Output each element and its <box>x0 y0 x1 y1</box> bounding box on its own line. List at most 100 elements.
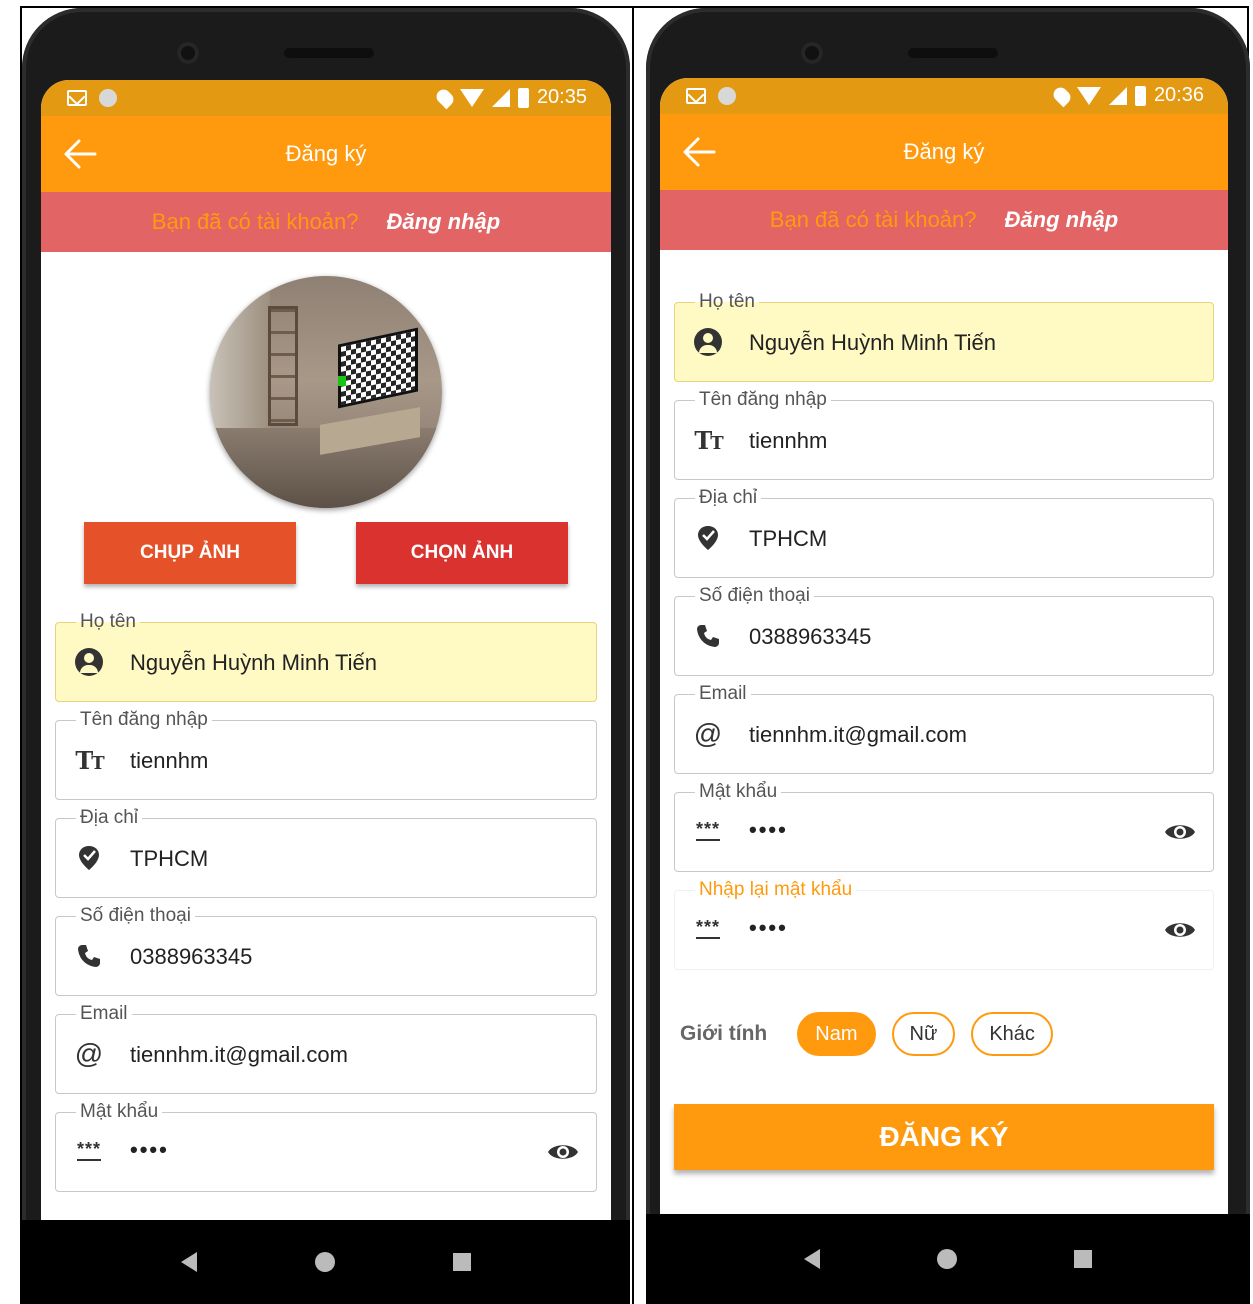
password-field[interactable]: Mật khẩu *** •••• <box>55 1101 597 1192</box>
gender-selector: Giới tính Nam Nữ Khác <box>680 1012 1228 1056</box>
speaker-grille <box>284 48 374 58</box>
email-label: Email <box>76 1003 132 1025</box>
email-value: tiennhm.it@gmail.com <box>749 722 967 747</box>
phone-field[interactable]: Số điện thoại 0388963345 <box>55 905 597 996</box>
confirm-password-field[interactable]: Nhập lại mật khẩu *** •••• <box>674 879 1214 970</box>
status-time: 20:36 <box>1153 84 1204 106</box>
account-circle-icon <box>74 647 104 677</box>
password-value: •••• <box>749 817 788 842</box>
at-sign-icon: @ <box>693 718 723 749</box>
location-icon <box>433 86 457 109</box>
screen-2: 20:36 Đăng ký Bạn đã có tài khoản? Đăng … <box>660 78 1228 1214</box>
email-field[interactable]: Email @ tiennhm.it@gmail.com <box>55 1003 597 1094</box>
photo-buttons: CHỤP ẢNH CHỌN ẢNH <box>41 522 611 584</box>
gender-chip-male[interactable]: Nam <box>797 1012 876 1056</box>
password-icon: *** <box>76 1139 101 1161</box>
password-icon: *** <box>695 917 720 939</box>
eye-icon[interactable] <box>1163 819 1197 845</box>
login-prompt-bar: Bạn đã có tài khoản? Đăng nhập <box>660 190 1228 250</box>
page-title: Đăng ký <box>903 139 985 164</box>
map-marker-icon <box>74 843 104 873</box>
app-bar: Đăng ký <box>660 114 1228 190</box>
username-field[interactable]: Tên đăng nhập TT tiennhm <box>55 709 597 800</box>
camera-icon <box>177 42 199 64</box>
address-field[interactable]: Địa chỉ TPHCM <box>674 487 1214 578</box>
camera-icon <box>801 42 823 64</box>
username-field[interactable]: Tên đăng nhập TT tiennhm <box>674 389 1214 480</box>
signal-icon <box>491 88 510 107</box>
mail-icon <box>67 90 87 106</box>
address-label: Địa chỉ <box>695 487 762 509</box>
nav-recents-icon[interactable] <box>453 1253 471 1271</box>
system-nav-bar <box>22 1220 630 1304</box>
back-arrow-icon[interactable] <box>63 138 97 170</box>
login-question: Bạn đã có tài khoản? <box>769 207 977 232</box>
wifi-icon <box>459 88 484 107</box>
text-format-icon: TT <box>694 425 723 455</box>
fullname-field[interactable]: Họ tên Nguyễn Huỳnh Minh Tiến <box>674 291 1214 382</box>
login-link[interactable]: Đăng nhập <box>1005 207 1119 233</box>
gender-chip-other[interactable]: Khác <box>971 1012 1053 1056</box>
screen-1: 20:35 Đăng ký Bạn đã có tài khoản? Đăng … <box>41 80 611 1220</box>
eye-icon[interactable] <box>1163 917 1197 943</box>
nav-recents-icon[interactable] <box>1073 1250 1092 1268</box>
phone-label: Số điện thoại <box>695 585 814 607</box>
phone-value: 0388963345 <box>749 624 872 649</box>
address-label: Địa chỉ <box>76 807 143 829</box>
speaker-grille <box>908 48 998 58</box>
register-button[interactable]: ĐĂNG KÝ <box>674 1104 1214 1170</box>
battery-icon <box>517 87 529 108</box>
confirm-password-label: Nhập lại mật khẩu <box>695 879 857 901</box>
login-question: Bạn đã có tài khoản? <box>151 209 359 234</box>
text-format-icon: TT <box>75 745 104 775</box>
location-icon <box>1050 84 1074 107</box>
password-field[interactable]: Mật khẩu *** •••• <box>674 781 1214 872</box>
address-value: TPHCM <box>130 846 209 871</box>
nav-back-icon[interactable] <box>181 1252 197 1272</box>
nav-back-icon[interactable] <box>804 1249 821 1269</box>
password-label: Mật khẩu <box>76 1101 163 1123</box>
fullname-label: Họ tên <box>695 291 759 313</box>
signal-icon <box>1108 86 1127 105</box>
status-time: 20:35 <box>536 86 587 108</box>
username-value: tiennhm <box>130 748 209 773</box>
map-marker-icon <box>693 523 723 553</box>
choose-photo-button[interactable]: CHỌN ẢNH <box>356 522 568 584</box>
phone-icon <box>693 621 723 651</box>
mail-icon <box>686 88 706 104</box>
password-icon: *** <box>695 819 720 841</box>
table-divider <box>632 6 634 1304</box>
gender-chip-female[interactable]: Nữ <box>891 1012 956 1056</box>
email-label: Email <box>695 683 751 705</box>
password-value: •••• <box>130 1137 169 1162</box>
battery-icon <box>1134 85 1146 106</box>
notification-dot-icon <box>99 89 117 107</box>
nav-home-icon[interactable] <box>315 1252 335 1272</box>
username-value: tiennhm <box>749 428 828 453</box>
login-link[interactable]: Đăng nhập <box>387 209 501 235</box>
username-label: Tên đăng nhập <box>695 389 831 411</box>
address-field[interactable]: Địa chỉ TPHCM <box>55 807 597 898</box>
phone-value: 0388963345 <box>130 944 253 969</box>
account-circle-icon <box>693 327 723 357</box>
gender-label: Giới tính <box>680 1022 768 1045</box>
address-value: TPHCM <box>749 526 828 551</box>
back-arrow-icon[interactable] <box>682 136 716 168</box>
page-title: Đăng ký <box>285 141 367 166</box>
phone-field[interactable]: Số điện thoại 0388963345 <box>674 585 1214 676</box>
app-bar: Đăng ký <box>41 116 611 192</box>
take-photo-button[interactable]: CHỤP ẢNH <box>84 522 296 584</box>
email-field[interactable]: Email @ tiennhm.it@gmail.com <box>674 683 1214 774</box>
fullname-field[interactable]: Họ tên Nguyễn Huỳnh Minh Tiến <box>55 611 597 702</box>
eye-icon[interactable] <box>546 1139 580 1165</box>
status-bar: 20:36 <box>660 78 1228 114</box>
fullname-label: Họ tên <box>76 611 140 633</box>
username-label: Tên đăng nhập <box>76 709 212 731</box>
phone-frame-1: 20:35 Đăng ký Bạn đã có tài khoản? Đăng … <box>22 8 630 1304</box>
phone-icon <box>74 941 104 971</box>
nav-home-icon[interactable] <box>936 1249 957 1269</box>
at-sign-icon: @ <box>74 1038 104 1069</box>
system-nav-bar <box>646 1214 1250 1304</box>
notification-dot-icon <box>718 87 736 105</box>
fullname-value: Nguyễn Huỳnh Minh Tiến <box>130 650 378 675</box>
